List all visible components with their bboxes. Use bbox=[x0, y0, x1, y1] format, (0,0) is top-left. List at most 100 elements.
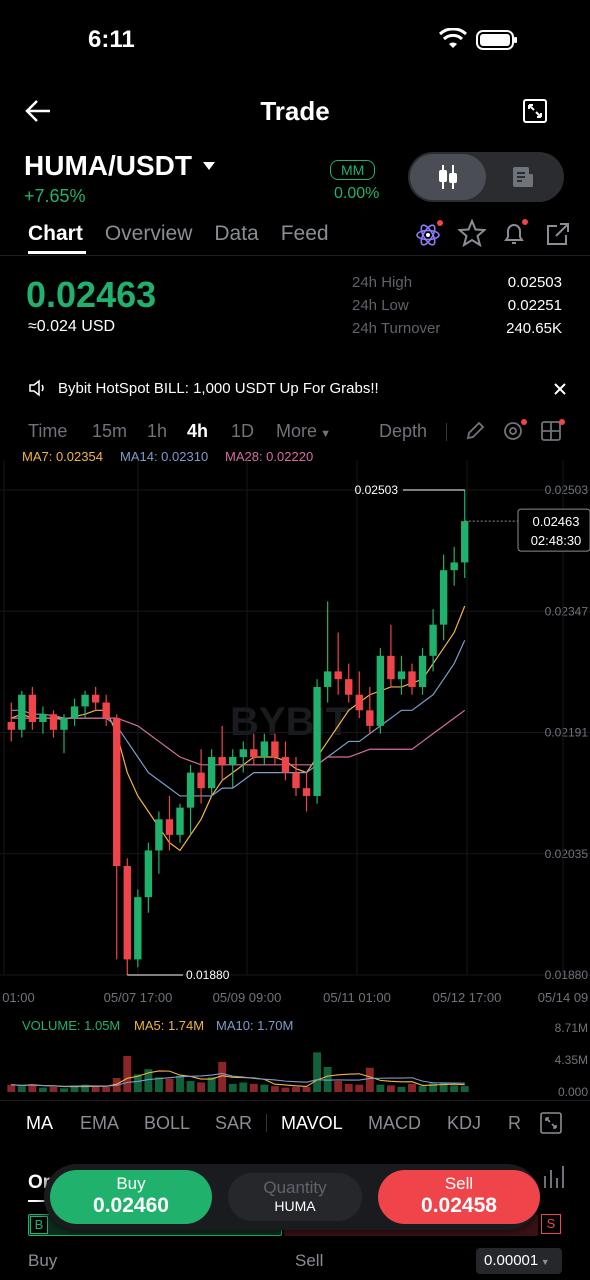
tf-15m[interactable]: 15m bbox=[92, 421, 127, 442]
tf-1d[interactable]: 1D bbox=[231, 421, 254, 442]
document-icon[interactable] bbox=[512, 166, 534, 193]
volume-bar bbox=[197, 1082, 206, 1092]
ind-sar[interactable]: SAR bbox=[215, 1113, 252, 1134]
volume-bar bbox=[186, 1080, 195, 1092]
volume-bar bbox=[292, 1086, 300, 1092]
depth-button[interactable]: Depth bbox=[379, 421, 427, 442]
fullscreen-icon[interactable] bbox=[540, 1112, 562, 1139]
chart-mode-toggle[interactable] bbox=[408, 152, 564, 202]
volume-bar bbox=[376, 1084, 385, 1092]
volume-bar bbox=[239, 1082, 248, 1092]
candle bbox=[408, 663, 416, 695]
pair-name[interactable]: HUMA/USDT bbox=[24, 150, 192, 182]
candle bbox=[186, 764, 195, 835]
mm-badge[interactable]: MM bbox=[330, 160, 376, 180]
sell-button[interactable]: Sell 0.02458 bbox=[378, 1170, 540, 1224]
candle bbox=[207, 749, 216, 796]
quantity-field[interactable]: Quantity HUMA bbox=[228, 1173, 362, 1221]
sell-badge: S bbox=[541, 1214, 561, 1234]
candle bbox=[450, 546, 458, 586]
precision-select[interactable]: 0.00001 ▼ bbox=[476, 1248, 562, 1274]
volume-bar bbox=[334, 1080, 343, 1092]
tf-more[interactable]: More ▼ bbox=[276, 421, 331, 442]
tabs-divider bbox=[0, 255, 590, 256]
candle bbox=[155, 811, 163, 874]
buy-button[interactable]: Buy 0.02460 bbox=[50, 1170, 212, 1224]
wifi-icon bbox=[438, 27, 468, 55]
speaker-icon bbox=[28, 379, 46, 402]
x-tick-label: 05/11 01:00 bbox=[323, 990, 391, 1005]
candle bbox=[323, 601, 332, 703]
bell-icon[interactable] bbox=[500, 218, 530, 253]
candle bbox=[7, 702, 15, 742]
stat-label-high: 24h High bbox=[352, 274, 413, 291]
close-icon[interactable] bbox=[553, 382, 567, 401]
status-time: 6:11 bbox=[88, 26, 135, 53]
tab-data[interactable]: Data bbox=[214, 222, 258, 246]
tab-overview[interactable]: Overview bbox=[105, 222, 193, 246]
ind-r[interactable]: R bbox=[508, 1113, 521, 1134]
grid-layout-icon[interactable] bbox=[540, 418, 566, 449]
volume-bar bbox=[281, 1087, 290, 1092]
stat-value-high: 0.02503 bbox=[507, 274, 562, 291]
candle bbox=[123, 858, 131, 975]
candle bbox=[18, 690, 26, 738]
tab-chart[interactable]: Chart bbox=[28, 222, 83, 246]
indicator-settings-icon[interactable] bbox=[502, 418, 528, 449]
ind-boll[interactable]: BOLL bbox=[144, 1113, 190, 1134]
volume-bar bbox=[270, 1086, 279, 1092]
candle bbox=[429, 609, 437, 672]
volume-bar bbox=[165, 1078, 174, 1092]
volume-bar bbox=[302, 1086, 311, 1092]
mm-value: 0.00% bbox=[334, 185, 380, 202]
candle bbox=[134, 889, 142, 968]
candle bbox=[397, 655, 406, 695]
volume-bar bbox=[91, 1086, 100, 1092]
volume-bar bbox=[450, 1085, 459, 1092]
share-icon[interactable] bbox=[544, 220, 572, 253]
candle bbox=[218, 725, 226, 781]
candle bbox=[387, 624, 395, 687]
candle bbox=[292, 757, 300, 796]
volume-bar bbox=[260, 1084, 269, 1092]
usd-price: ≈0.024 USD bbox=[28, 318, 116, 335]
volume-chart[interactable]: 8.71M 4.35M 0.000 bbox=[0, 1020, 590, 1100]
pair-change: +7.65% bbox=[24, 186, 86, 206]
ind-kdj[interactable]: KDJ bbox=[447, 1113, 481, 1134]
indicator-divider bbox=[0, 1100, 590, 1101]
orderbook-sell-header: Sell bbox=[295, 1251, 324, 1270]
candle bbox=[439, 554, 448, 641]
candle bbox=[28, 686, 37, 730]
tab-feed[interactable]: Feed bbox=[281, 222, 329, 246]
ind-ema[interactable]: EMA bbox=[80, 1113, 119, 1134]
candle bbox=[60, 714, 68, 754]
volume-bar bbox=[313, 1052, 322, 1092]
volume-bar bbox=[102, 1086, 111, 1092]
x-tick-label: 05/07 17:00 bbox=[104, 990, 173, 1005]
tf-time[interactable]: Time bbox=[28, 421, 67, 442]
price-chart[interactable]: BYBIT 0.02503 0.02347 0.02191 0.02035 0.0188… bbox=[0, 460, 590, 1010]
atom-icon[interactable] bbox=[414, 220, 444, 253]
candle bbox=[91, 686, 100, 711]
volume-bar bbox=[17, 1086, 26, 1092]
volume-bar bbox=[355, 1084, 364, 1092]
banner-text[interactable]: Bybit HotSpot BILL: 1,000 USDT Up For Gr… bbox=[58, 380, 379, 397]
tab-underline bbox=[28, 251, 86, 254]
last-price: 0.02463 bbox=[26, 274, 157, 315]
x-tick-label: 05/09 09:00 bbox=[213, 990, 282, 1005]
ind-ma[interactable]: MA bbox=[26, 1113, 53, 1134]
caret-down-icon[interactable] bbox=[202, 158, 216, 176]
candle bbox=[281, 741, 290, 781]
candle bbox=[239, 741, 247, 773]
ind-mavol[interactable]: MAVOL bbox=[281, 1113, 343, 1134]
expand-icon[interactable] bbox=[522, 98, 548, 129]
chart-bars-icon[interactable] bbox=[540, 1164, 566, 1195]
ind-macd[interactable]: MACD bbox=[368, 1113, 421, 1134]
pencil-icon[interactable] bbox=[464, 420, 486, 447]
volume-bar bbox=[123, 1055, 132, 1092]
candlestick-icon[interactable] bbox=[436, 164, 460, 195]
tf-4h[interactable]: 4h bbox=[187, 421, 208, 442]
tf-1h[interactable]: 1h bbox=[147, 421, 167, 442]
main-tabs: Chart Overview Data Feed bbox=[28, 222, 358, 246]
star-icon[interactable] bbox=[456, 218, 488, 252]
